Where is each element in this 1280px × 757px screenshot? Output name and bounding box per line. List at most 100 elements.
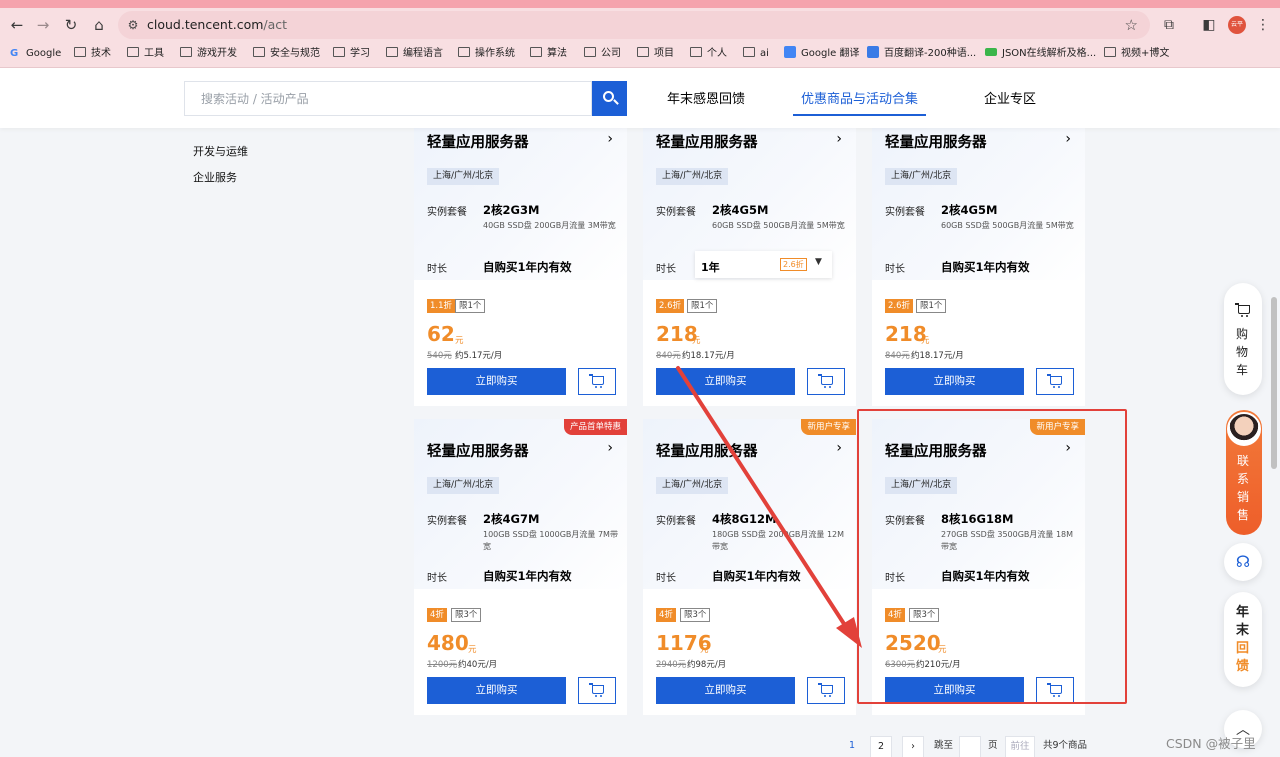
bookmark-baidu-translate[interactable]: 百度翻译-200种语... — [867, 46, 976, 62]
add-to-cart-button[interactable] — [1036, 677, 1074, 704]
spec-label: 实例套餐 — [656, 207, 696, 218]
page-scrollbar[interactable] — [1271, 297, 1277, 469]
bookmark-folder[interactable]: 算法 — [530, 46, 567, 62]
bookmark-folder[interactable]: 游戏开发 — [180, 46, 237, 62]
buy-now-button[interactable]: 立即购买 — [427, 368, 566, 395]
discount-badge: 4折 — [427, 608, 447, 622]
original-price: 2940元 — [656, 660, 687, 670]
chevron-right-icon[interactable]: › — [1065, 131, 1071, 147]
tab-enterprise[interactable]: 企业专区 — [984, 88, 1036, 128]
buy-now-button[interactable]: 立即购买 — [656, 368, 795, 395]
page-jump-input[interactable] — [959, 736, 981, 757]
card-title[interactable]: 轻量应用服务器 — [885, 440, 987, 461]
spec-value: 2核4G5M — [712, 203, 769, 217]
forward-arrow-icon[interactable]: → — [34, 16, 52, 34]
year-end-label: 年末回馈 — [1236, 605, 1250, 674]
bookmark-folder[interactable]: 技术 — [74, 46, 111, 62]
bookmark-google[interactable]: G Google — [10, 46, 61, 62]
chevron-right-icon[interactable]: › — [836, 131, 842, 147]
folder-icon — [584, 47, 596, 57]
bookmark-folder[interactable]: 编程语言 — [386, 46, 443, 62]
page-current[interactable]: 1 — [849, 734, 855, 757]
bookmark-folder[interactable]: 操作系统 — [458, 46, 515, 62]
site-settings-icon[interactable]: ⚙ — [125, 17, 141, 33]
search-input[interactable] — [185, 82, 591, 115]
spec-label: 实例套餐 — [885, 207, 925, 218]
search-button[interactable] — [592, 81, 627, 116]
price: 480 — [427, 631, 469, 655]
back-arrow-icon[interactable]: ← — [8, 16, 26, 34]
url-text[interactable]: cloud.tencent.com/act — [147, 17, 287, 32]
add-to-cart-button[interactable] — [578, 677, 616, 704]
cart-icon — [1235, 303, 1250, 317]
bookmark-folder[interactable]: 视频+博文 — [1104, 46, 1169, 62]
side-panel-icon[interactable]: ◧ — [1200, 16, 1218, 34]
chevron-right-icon[interactable]: › — [836, 440, 842, 456]
add-to-cart-button[interactable] — [807, 677, 845, 704]
monthly-price: 约18.17元/月 — [682, 351, 735, 361]
year-end-feedback-button[interactable]: 年末回馈 — [1224, 592, 1262, 687]
original-price: 840元 — [885, 351, 910, 361]
bookmark-folder[interactable]: 学习 — [333, 46, 370, 62]
headset-support-icon[interactable]: ☊ — [1224, 543, 1262, 581]
duration-select[interactable]: 1年 2.6折 ▼ — [695, 251, 832, 278]
buy-now-button[interactable]: 立即购买 — [427, 677, 566, 704]
bookmark-folder[interactable]: ai — [743, 46, 769, 62]
bookmark-json[interactable]: JSON在线解析及格... — [985, 46, 1096, 62]
product-card: 产品首单特惠 轻量应用服务器 › 上海/广州/北京 实例套餐 2核4G7M 10… — [414, 419, 627, 715]
card-title[interactable]: 轻量应用服务器 — [885, 131, 987, 152]
address-bar[interactable]: ⚙ cloud.tencent.com/act ☆ — [118, 11, 1150, 39]
folder-icon — [253, 47, 265, 57]
cart-icon — [1047, 374, 1062, 388]
cart-icon — [1047, 683, 1062, 697]
monthly-price: 约40元/月 — [458, 660, 498, 670]
home-icon[interactable]: ⌂ — [90, 16, 108, 34]
region-tag: 上海/广州/北京 — [885, 477, 958, 494]
chevron-right-icon[interactable]: › — [1065, 440, 1071, 456]
limit-badge: 限3个 — [680, 608, 711, 622]
bookmark-google-translate[interactable]: Google 翻译 — [784, 46, 859, 62]
region-tag: 上海/广州/北京 — [885, 168, 958, 185]
floating-cart-button[interactable]: 购物车 — [1224, 283, 1262, 395]
sidebar-item-devops[interactable]: 开发与运维 — [193, 143, 248, 159]
tab-deals[interactable]: 优惠商品与活动合集 — [792, 88, 927, 128]
card-title[interactable]: 轻量应用服务器 — [427, 131, 529, 152]
price-unit: 元 — [692, 336, 701, 346]
jump-to-label: 跳至 — [934, 740, 954, 751]
bookmark-folder[interactable]: 工具 — [127, 46, 164, 62]
tab-year-end[interactable]: 年末感恩回馈 — [667, 88, 745, 128]
limit-badge: 限1个 — [455, 299, 486, 313]
sidebar-item-enterprise[interactable]: 企业服务 — [193, 169, 237, 185]
duration-selected: 1年 — [701, 261, 720, 274]
card-title[interactable]: 轻量应用服务器 — [656, 440, 758, 461]
region-tag: 上海/广州/北京 — [427, 477, 500, 494]
contact-sales-button[interactable]: 联系销售 — [1226, 410, 1262, 535]
reload-icon[interactable]: ↻ — [62, 16, 80, 34]
card-title[interactable]: 轻量应用服务器 — [427, 440, 529, 461]
buy-now-button[interactable]: 立即购买 — [885, 368, 1024, 395]
baidu-translate-icon — [867, 46, 879, 58]
add-to-cart-button[interactable] — [807, 368, 845, 395]
page-2-button[interactable]: 2 — [870, 736, 892, 757]
card-title[interactable]: 轻量应用服务器 — [656, 131, 758, 152]
bookmark-folder[interactable]: 个人 — [690, 46, 727, 62]
bookmark-folder[interactable]: 公司 — [584, 46, 621, 62]
total-count: 共9个商品 — [1043, 740, 1088, 751]
page-unit-label: 页 — [988, 740, 998, 751]
product-card-highlighted: 新用户专享 轻量应用服务器 › 上海/广州/北京 实例套餐 8核16G18M 2… — [872, 419, 1085, 715]
next-page-chevron-icon[interactable]: › — [902, 736, 924, 757]
extensions-icon[interactable]: ⧉ — [1160, 16, 1178, 34]
menu-dots-icon[interactable]: ⋮ — [1254, 16, 1272, 34]
go-button[interactable]: 前往 — [1005, 736, 1035, 757]
bookmark-folder[interactable]: 项目 — [637, 46, 674, 62]
bookmark-folder[interactable]: 安全与规范 — [253, 46, 320, 62]
chevron-right-icon[interactable]: › — [607, 131, 613, 147]
buy-now-button[interactable]: 立即购买 — [656, 677, 795, 704]
chevron-right-icon[interactable]: › — [607, 440, 613, 456]
original-price: 540元 — [427, 351, 452, 361]
add-to-cart-button[interactable] — [578, 368, 616, 395]
profile-avatar[interactable]: 云平 — [1228, 16, 1246, 34]
buy-now-button[interactable]: 立即购买 — [885, 677, 1024, 704]
bookmark-star-icon[interactable]: ☆ — [1125, 16, 1138, 34]
add-to-cart-button[interactable] — [1036, 368, 1074, 395]
